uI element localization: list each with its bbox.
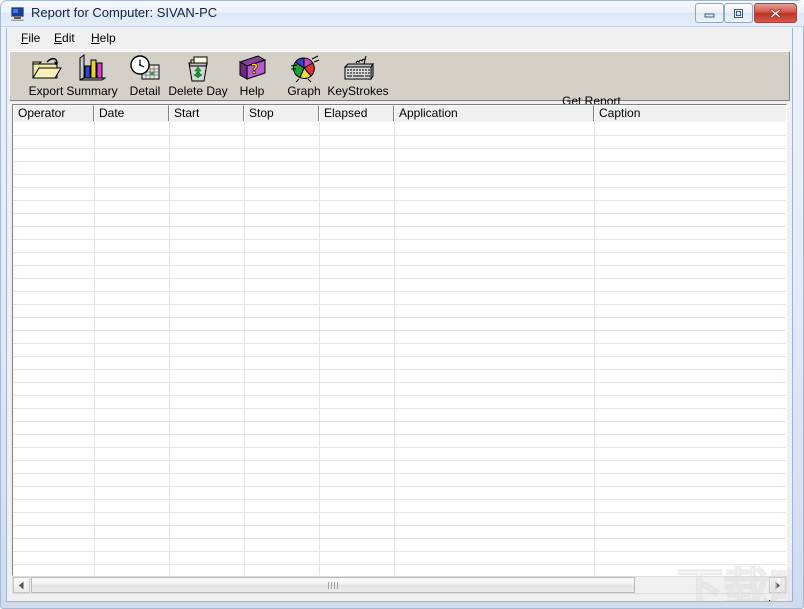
grid-row-separator bbox=[13, 291, 786, 292]
pie-chart-icon bbox=[288, 54, 320, 84]
minimize-button[interactable] bbox=[695, 3, 724, 23]
bar-chart-icon bbox=[76, 54, 108, 84]
grid-column-header-start[interactable]: Start bbox=[169, 105, 244, 121]
grid-row-separator bbox=[13, 408, 786, 409]
menu-item-file[interactable]: File bbox=[15, 31, 46, 46]
recycle-bin-icon bbox=[182, 54, 214, 84]
grid-row-separator bbox=[13, 304, 786, 305]
toolbar-label-keystrokes: KeyStrokes bbox=[327, 84, 389, 98]
grid-column-separator-elapsed bbox=[319, 122, 320, 575]
grid-row-separator bbox=[13, 161, 786, 162]
grid-row-separator bbox=[13, 512, 786, 513]
scroll-left-arrow-button[interactable] bbox=[13, 577, 30, 593]
grid-row-separator bbox=[13, 395, 786, 396]
grid-column-header-application[interactable]: Application bbox=[394, 105, 594, 121]
grid-column-separator-caption bbox=[594, 122, 595, 575]
report-grid[interactable]: Operator Date Start Stop Elapsed Applica… bbox=[12, 104, 787, 576]
grid-row-separator bbox=[13, 213, 786, 214]
minimize-icon bbox=[696, 4, 723, 22]
grid-row-separator bbox=[13, 317, 786, 318]
scroll-right-arrow-button[interactable] bbox=[769, 577, 786, 593]
grid-row-separator bbox=[13, 369, 786, 370]
grid-row-separator bbox=[13, 252, 786, 253]
grid-column-header-stop[interactable]: Stop bbox=[244, 105, 319, 121]
grid-row-separator bbox=[13, 421, 786, 422]
client-area: File Edit Help Export Summary Detail Del… bbox=[6, 28, 793, 602]
grid-row-separator bbox=[13, 135, 786, 136]
grid-column-header-date[interactable]: Date bbox=[94, 105, 169, 121]
title-bar: Report for Computer: SIVAN-PC bbox=[1, 1, 804, 27]
menu-help-accel: H bbox=[91, 31, 100, 45]
menu-bar: File Edit Help bbox=[7, 28, 792, 50]
scrollbar-grip-icon bbox=[328, 582, 338, 589]
grid-row-separator bbox=[13, 200, 786, 201]
application-window: Report for Computer: SIVAN-PC File Edit … bbox=[0, 0, 804, 609]
close-button[interactable] bbox=[754, 3, 797, 23]
grid-row-separator bbox=[13, 343, 786, 344]
keyboard-icon bbox=[342, 54, 374, 84]
menu-edit-rest: dit bbox=[62, 31, 75, 45]
grid-row-separator bbox=[13, 226, 786, 227]
grid-row-separator bbox=[13, 551, 786, 552]
grid-column-separator-stop bbox=[244, 122, 245, 575]
grid-row-separator bbox=[13, 460, 786, 461]
menu-item-help[interactable]: Help bbox=[85, 31, 122, 46]
grid-column-separator-date bbox=[94, 122, 95, 575]
triangle-left-icon bbox=[19, 581, 24, 589]
grid-header-row: Operator Date Start Stop Elapsed Applica… bbox=[13, 105, 786, 123]
grid-row-separator bbox=[13, 239, 786, 240]
menu-edit-accel: E bbox=[54, 31, 63, 45]
grid-row-separator bbox=[13, 434, 786, 435]
restore-icon bbox=[725, 4, 752, 22]
toolbar-button-keystrokes[interactable]: KeyStrokes bbox=[326, 54, 390, 100]
grid-row-separator bbox=[13, 499, 786, 500]
grid-row-separator bbox=[13, 473, 786, 474]
grid-column-separator-start bbox=[169, 122, 170, 575]
clock-calendar-icon bbox=[129, 54, 161, 84]
grid-row-separator bbox=[13, 486, 786, 487]
toolbar: Export Summary Detail Delete Day ? Help … bbox=[9, 51, 790, 127]
grid-row-separator bbox=[13, 538, 786, 539]
grid-row-separator bbox=[13, 447, 786, 448]
grid-row-separator bbox=[13, 330, 786, 331]
grid-column-header-elapsed[interactable]: Elapsed bbox=[319, 105, 394, 121]
grid-column-separator-application bbox=[394, 122, 395, 575]
grid-column-header-operator[interactable]: Operator bbox=[13, 105, 94, 121]
menu-help-rest: elp bbox=[99, 31, 116, 45]
grid-row-separator bbox=[13, 564, 786, 565]
window-title: Report for Computer: SIVAN-PC bbox=[31, 5, 218, 20]
grid-row-separator bbox=[13, 382, 786, 383]
triangle-right-icon bbox=[775, 581, 780, 589]
grid-row-separator bbox=[13, 148, 786, 149]
horizontal-scrollbar[interactable] bbox=[12, 576, 787, 594]
grid-row-separator bbox=[13, 525, 786, 526]
grid-row-separator bbox=[13, 187, 786, 188]
scrollbar-thumb[interactable] bbox=[31, 577, 635, 593]
menu-item-edit[interactable]: Edit bbox=[48, 31, 81, 46]
svg-text:?: ? bbox=[251, 63, 259, 78]
folder-export-icon bbox=[30, 54, 62, 84]
grid-row-separator bbox=[13, 265, 786, 266]
grid-row-separator bbox=[13, 356, 786, 357]
grid-column-header-caption[interactable]: Caption bbox=[594, 105, 786, 121]
mouse-pointer-icon bbox=[769, 599, 780, 601]
close-icon bbox=[755, 4, 796, 22]
grid-row-separator bbox=[13, 174, 786, 175]
help-book-icon: ? bbox=[236, 54, 268, 84]
computer-icon bbox=[9, 5, 27, 23]
menu-file-rest: ile bbox=[28, 31, 41, 45]
grid-body[interactable] bbox=[13, 122, 786, 575]
grid-row-separator bbox=[13, 278, 786, 279]
restore-button[interactable] bbox=[724, 3, 753, 23]
